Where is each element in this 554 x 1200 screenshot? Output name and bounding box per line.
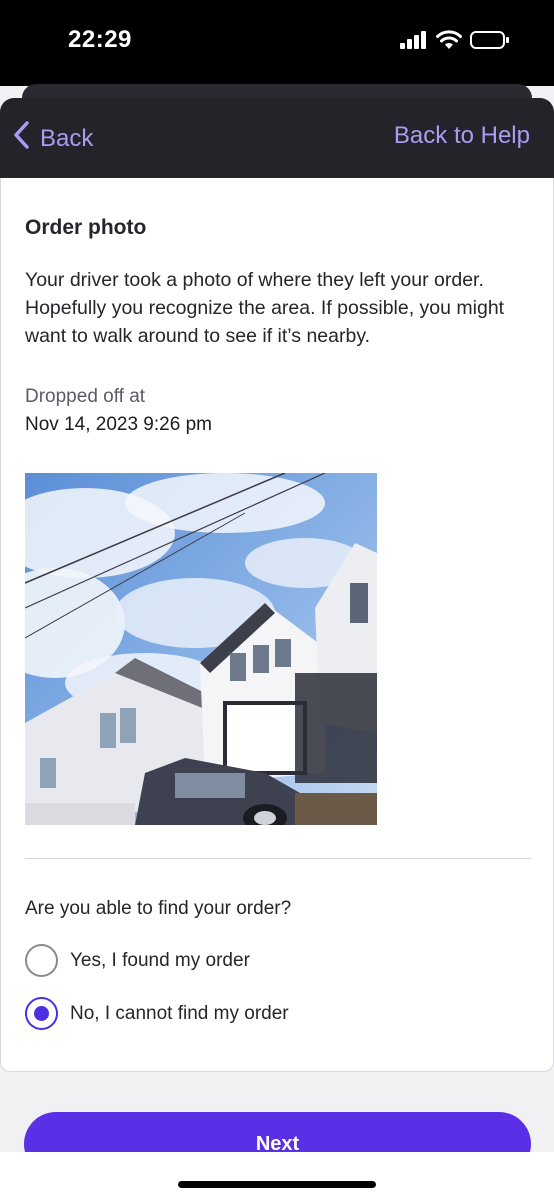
back-label: Back [40, 124, 94, 152]
option-yes-found[interactable]: Yes, I found my order [25, 944, 250, 977]
wifi-icon [436, 30, 462, 55]
page-title: Order photo [25, 216, 147, 239]
status-icons [400, 30, 510, 55]
back-to-help-link[interactable]: Back to Help [394, 122, 530, 150]
home-indicator-area [0, 1152, 554, 1200]
radio-button-selected[interactable] [25, 997, 58, 1030]
back-button[interactable]: Back [12, 120, 93, 157]
find-order-question: Are you able to find your order? [25, 898, 292, 919]
dropped-off-date: Nov 14, 2023 9:26 pm [25, 414, 212, 435]
nav-header: Back Back to Help [0, 98, 554, 178]
description-text: Your driver took a photo of where they l… [25, 269, 505, 347]
option-no-cannot-find[interactable]: No, I cannot find my order [25, 997, 289, 1030]
delivery-photo[interactable] [25, 473, 377, 825]
option-label: No, I cannot find my order [70, 1002, 289, 1024]
status-bar: 22:29 [0, 0, 554, 86]
option-label: Yes, I found my order [70, 949, 250, 971]
status-time: 22:29 [68, 26, 132, 53]
section-divider [25, 858, 531, 859]
order-photo-card: Order photo Your driver took a photo of … [0, 178, 554, 1072]
home-indicator[interactable] [178, 1181, 376, 1188]
dropped-off-label: Dropped off at [25, 386, 146, 407]
signal-icon [400, 31, 428, 54]
radio-button[interactable] [25, 944, 58, 977]
chevron-left-icon [12, 120, 30, 157]
battery-icon [470, 30, 510, 55]
